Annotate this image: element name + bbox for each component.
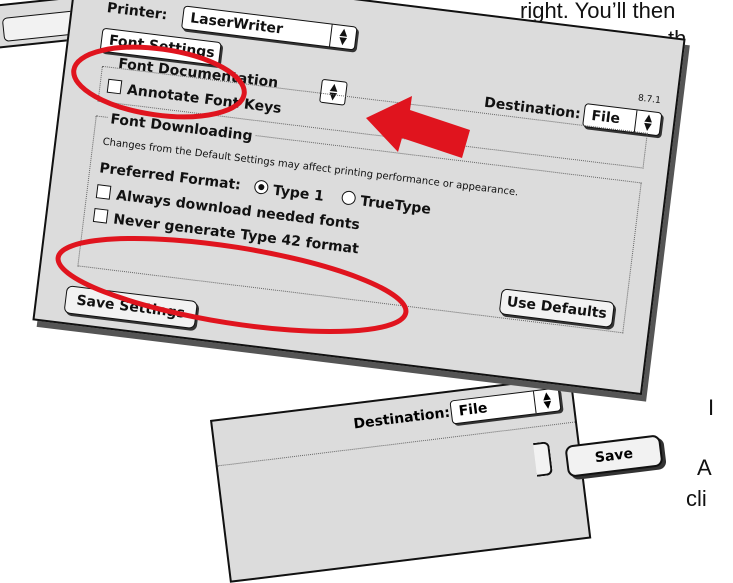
arrow-icon bbox=[366, 96, 470, 158]
highlight-circle-download-options bbox=[55, 235, 409, 335]
annotation-overlay bbox=[55, 44, 470, 335]
highlight-circle-font-settings bbox=[71, 44, 247, 120]
